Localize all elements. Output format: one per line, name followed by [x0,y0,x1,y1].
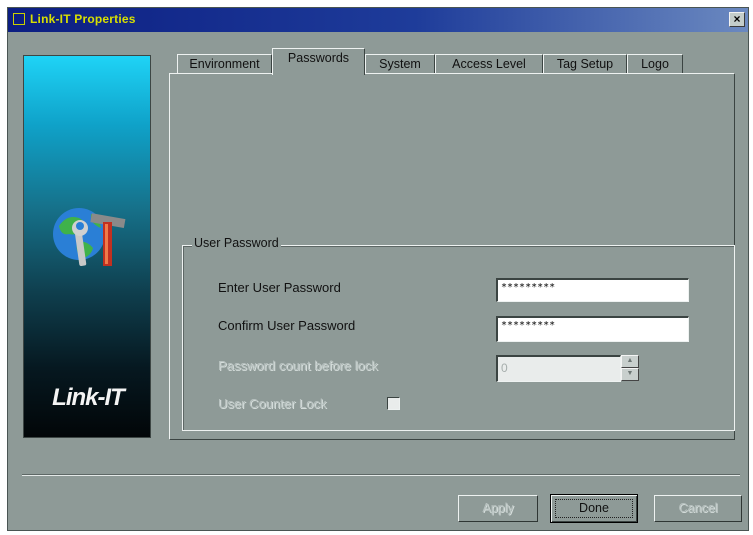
spin-down-icon[interactable]: ▼ [621,368,639,381]
bottom-separator [22,474,740,476]
enter-password-label: Enter User Password [218,280,341,295]
done-button[interactable]: Done [550,494,638,523]
password-count-input[interactable]: 0 [496,355,621,382]
globe-wrench-hammer-icon [53,208,126,266]
tab-logo[interactable]: Logo [627,54,683,74]
tab-passwords[interactable]: Passwords [272,48,365,75]
tab-access-level[interactable]: Access Level [435,54,543,74]
user-counter-lock-checkbox[interactable] [387,397,400,410]
apply-button[interactable]: Apply [458,495,538,522]
enter-password-field[interactable]: ********* [496,278,689,302]
group-label: User Password [192,236,281,250]
confirm-password-label: Confirm User Password [218,318,356,333]
tab-system[interactable]: System [365,54,435,74]
app-icon [13,13,25,25]
title-bar[interactable]: Link-IT Properties × [8,8,748,32]
brand-logo-text: Link-IT [52,384,125,411]
confirm-password-field[interactable]: ********* [496,316,689,342]
password-count-label: Password count before lock [218,358,378,373]
cancel-button[interactable]: Cancel [654,495,742,522]
focus-outline [555,499,633,518]
tab-environment[interactable]: Environment [177,54,272,74]
close-button[interactable]: × [729,12,745,27]
tab-tag-setup[interactable]: Tag Setup [543,54,627,74]
spin-up-icon[interactable]: ▲ [621,355,639,368]
brand-panel: Link-IT [23,55,151,438]
password-count-spinner[interactable]: ▲ ▼ [621,355,639,381]
user-counter-lock-label: User Counter Lock [218,396,327,411]
window-title: Link-IT Properties [30,12,136,26]
